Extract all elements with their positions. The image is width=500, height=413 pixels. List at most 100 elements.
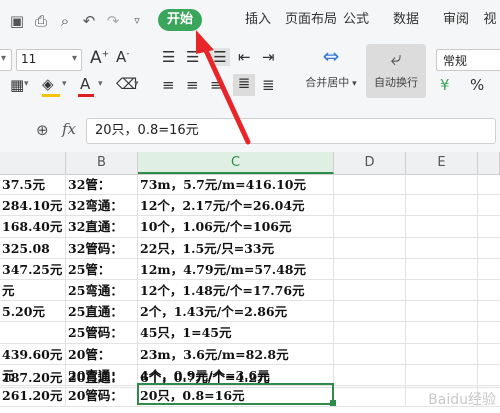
print-preview-icon[interactable]: ⌕ <box>56 12 74 30</box>
align-top-icon[interactable]: ☰ <box>162 48 175 66</box>
cell-e[interactable] <box>406 322 478 344</box>
cell-d[interactable] <box>334 174 406 195</box>
increase-font-icon[interactable]: A+ <box>90 48 109 68</box>
cell-c[interactable]: 12m，4.79元/m=57.48元 <box>138 258 334 280</box>
cell-b[interactable]: 20管码： <box>66 385 138 406</box>
cell-a[interactable]: 347.25元 <box>0 258 66 280</box>
align-right-icon[interactable]: ≡ <box>210 76 223 94</box>
cell-b[interactable]: 32直通： <box>66 216 138 238</box>
cell-b[interactable]: 32弯通： <box>66 195 138 217</box>
cell-a[interactable]: 168.40元 <box>0 216 66 238</box>
cell-c[interactable]: 12个，2.17元/个=26.04元 <box>138 195 334 217</box>
distributed-icon[interactable]: ≣ <box>262 76 275 94</box>
cell-d[interactable] <box>334 216 406 238</box>
tab-home[interactable]: 开始 <box>158 9 202 31</box>
tab-insert[interactable]: 插入 <box>240 9 276 31</box>
cell-b[interactable]: 25直通： <box>66 301 138 323</box>
align-left-icon[interactable]: ≡ <box>162 76 175 94</box>
currency-icon[interactable]: ¥ <box>440 76 450 94</box>
cell-a[interactable]: 5.20元 <box>0 301 66 323</box>
cell-a[interactable]: 37.5元 <box>0 174 66 195</box>
cell-b[interactable]: 25管： <box>66 258 138 280</box>
column-header-a[interactable] <box>0 152 66 174</box>
print-icon[interactable]: ⎙ <box>32 12 50 30</box>
decrease-font-icon[interactable]: A- <box>116 48 130 66</box>
cell-e[interactable] <box>406 343 478 365</box>
cell-b[interactable]: 20管： <box>66 343 138 365</box>
font-name-dropdown[interactable]: ▾ <box>0 49 12 71</box>
cell-e[interactable] <box>406 174 478 195</box>
tab-data[interactable]: 数据 <box>386 9 426 31</box>
cell-c[interactable]: 10个，1.06元/个=106元 <box>138 216 334 238</box>
cell-e[interactable] <box>406 258 478 280</box>
wrap-text-button[interactable]: ⤶ 自动换行 <box>366 44 426 98</box>
cell-d[interactable] <box>334 195 406 217</box>
cell-a[interactable]: 元 <box>0 280 66 301</box>
cell-c[interactable]: 45只，1=45元 <box>138 322 334 344</box>
fill-color-icon[interactable]: ◈ <box>42 75 54 93</box>
cell-d[interactable] <box>334 301 406 323</box>
redo-icon[interactable]: ↷ <box>104 12 122 30</box>
tab-formulas[interactable]: 公式 <box>336 9 376 31</box>
number-format-value: 常规 <box>443 54 468 68</box>
cell-d[interactable] <box>334 237 406 259</box>
cell-d[interactable] <box>334 385 406 406</box>
cell-c[interactable]: 23m，3.6元/m=82.8元 <box>138 343 334 365</box>
font-size-dropdown[interactable]: 11 ▾ <box>16 49 82 71</box>
cell-e[interactable] <box>406 280 478 301</box>
column-header-d[interactable]: D <box>334 152 406 174</box>
cell-d[interactable] <box>334 343 406 365</box>
borders-icon[interactable]: ▦ <box>10 76 24 94</box>
save-icon[interactable]: ▣ <box>8 12 26 30</box>
chevron-down-icon[interactable]: ▾ <box>134 79 139 89</box>
cell-c[interactable]: 73m，5.7元/m=416.10元 <box>138 174 334 195</box>
cell-c[interactable]: 2个，1.43元/个=2.86元 <box>138 301 334 323</box>
cell-a[interactable]: 325.08 <box>0 237 66 259</box>
cell-d[interactable] <box>334 322 406 344</box>
cell-e[interactable] <box>406 195 478 217</box>
cell-b[interactable]: 25弯通： <box>66 280 138 301</box>
cell-d[interactable] <box>334 280 406 301</box>
number-format-dropdown[interactable]: 常规 <box>436 49 500 71</box>
fx-icon[interactable]: fx <box>62 120 76 138</box>
font-color-swatch <box>78 94 94 97</box>
tab-view[interactable]: 视 <box>480 9 500 31</box>
align-bottom-icon[interactable]: ☰ <box>210 48 230 66</box>
cell-e[interactable] <box>406 216 478 238</box>
column-header-b[interactable]: B <box>66 152 138 174</box>
cell-b[interactable]: 25管码： <box>66 322 138 344</box>
cell-a[interactable]: 439.60元 <box>0 343 66 365</box>
increase-indent-icon[interactable]: ⇥ <box>262 48 275 66</box>
fill-handle[interactable] <box>330 400 336 406</box>
cell-b[interactable]: 32管： <box>66 174 138 195</box>
cell-b[interactable]: 32管码： <box>66 237 138 259</box>
column-header-c[interactable]: C <box>138 152 334 174</box>
cell-e[interactable] <box>406 301 478 323</box>
customize-dropdown-icon[interactable]: ▿ <box>128 12 146 30</box>
chevron-down-icon[interactable]: ▾ <box>62 79 67 89</box>
zoom-icon[interactable]: ⊕ <box>36 121 49 139</box>
chevron-down-icon[interactable]: ▾ <box>24 79 29 89</box>
cell-a[interactable] <box>0 322 66 344</box>
align-middle-icon[interactable]: ☰ <box>186 48 199 66</box>
cell-e[interactable] <box>406 237 478 259</box>
align-center-icon[interactable]: ≡ <box>186 76 199 94</box>
column-header-e[interactable]: E <box>406 152 478 174</box>
percent-icon[interactable]: % <box>470 76 484 94</box>
font-color-icon[interactable]: A <box>80 75 90 93</box>
cell-a[interactable]: 284.10元 <box>0 195 66 217</box>
cell-d[interactable] <box>334 258 406 280</box>
tab-review[interactable]: 审阅 <box>436 9 476 31</box>
justify-icon[interactable]: ≣ <box>233 74 255 96</box>
cell-a[interactable]: 261.20元 <box>0 385 66 406</box>
formula-input[interactable]: 20只，0.8=16元 <box>86 118 496 144</box>
column-header-f[interactable] <box>478 152 500 174</box>
cell-c[interactable]: 12个，1.48元/个=17.76元 <box>138 280 334 301</box>
decrease-indent-icon[interactable]: ⇤ <box>238 48 251 66</box>
cell-c-selected[interactable]: 20只，0.8=16元 <box>138 385 334 406</box>
merge-center-button[interactable]: ⇔ 合并居中 ▾ <box>296 44 366 90</box>
chevron-down-icon[interactable]: ▾ <box>98 79 103 89</box>
cell-c[interactable]: 22只，1.5元/只=33元 <box>138 237 334 259</box>
merge-center-label: 合并居中 <box>305 76 350 89</box>
undo-icon[interactable]: ↶ <box>80 12 98 30</box>
